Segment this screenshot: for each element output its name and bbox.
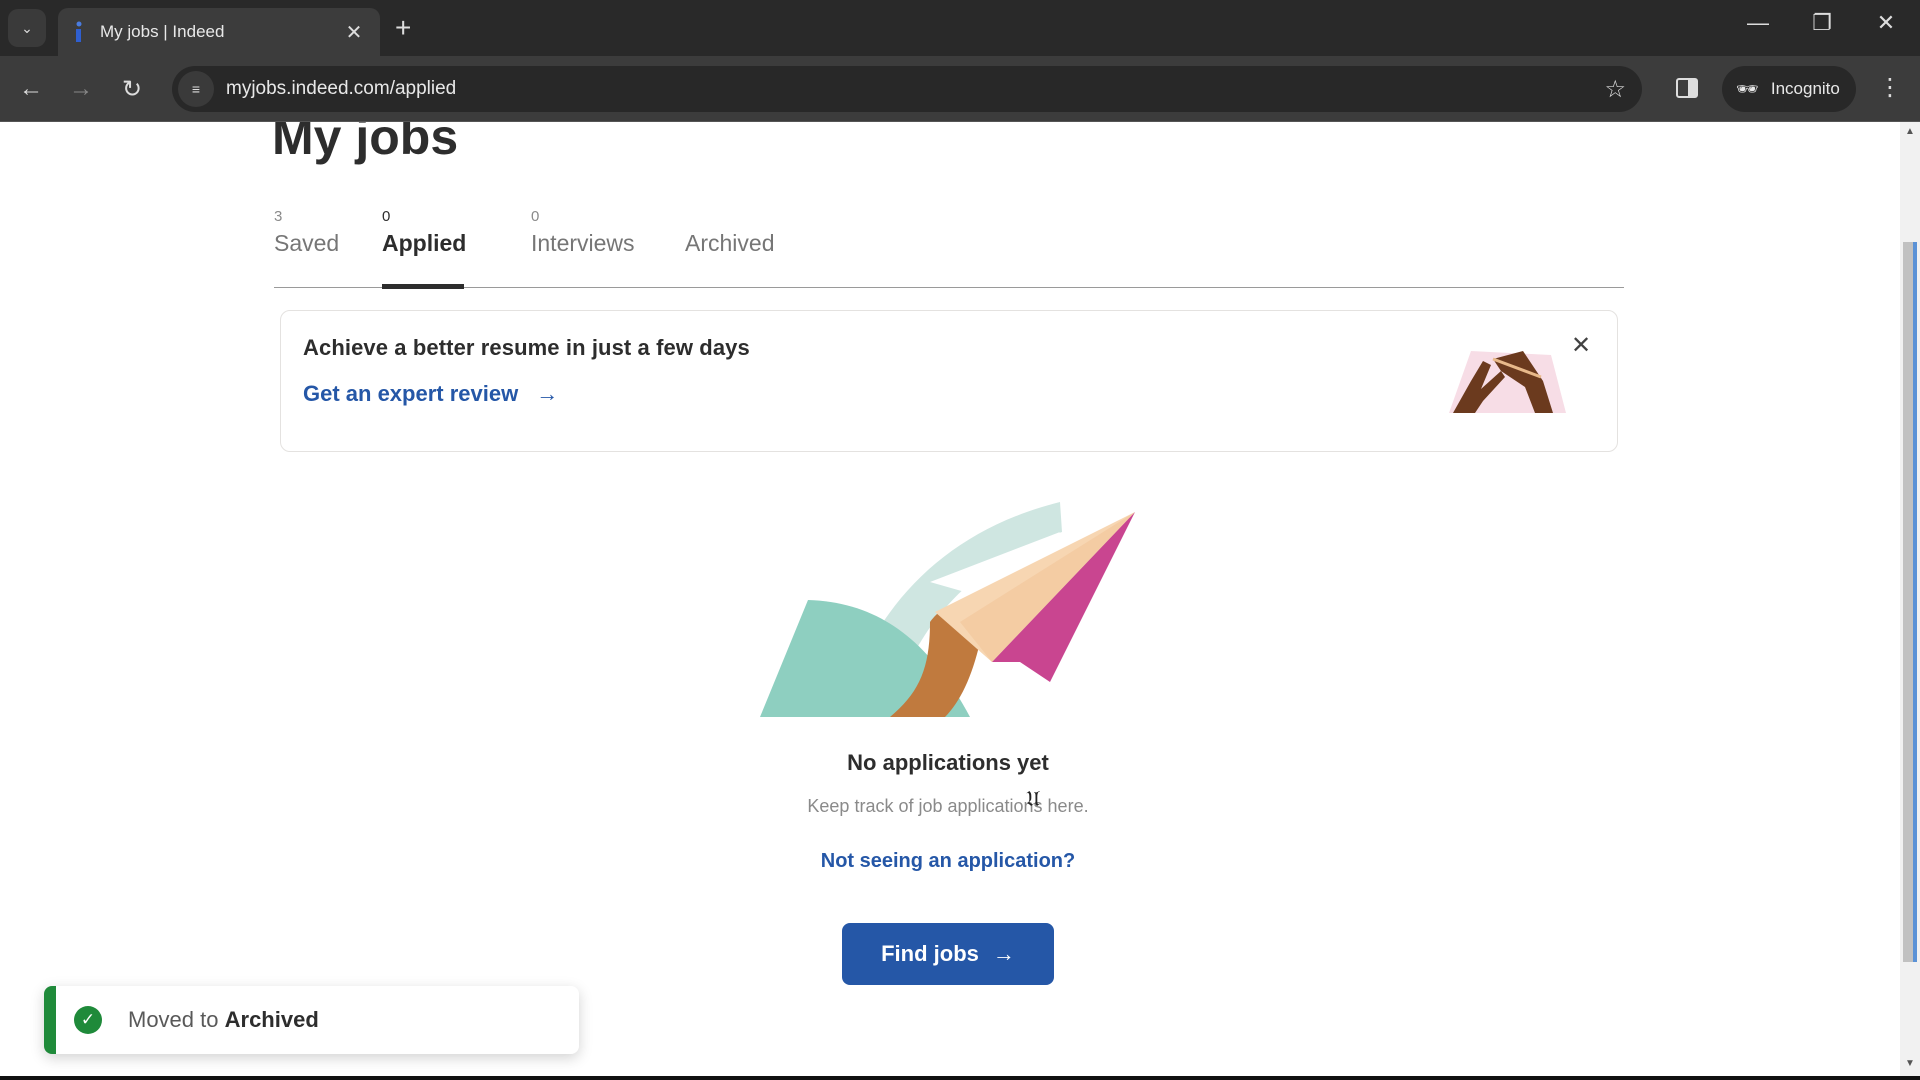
page-scrollbar[interactable]: ▲ ▼ — [1900, 122, 1920, 1080]
browser-tabstrip: ⌄ My jobs | Indeed ✕ + — ❐ ✕ — [0, 0, 1920, 56]
close-icon: ✕ — [1876, 10, 1896, 35]
address-bar[interactable]: ≡ myjobs.indeed.com/applied ☆ — [172, 66, 1642, 112]
tab-label: Applied — [382, 230, 467, 256]
browser-toolbar: ← → ↻ ≡ myjobs.indeed.com/applied ☆ 🕶 In… — [0, 56, 1920, 122]
arrow-right-icon: → — [992, 941, 1015, 966]
incognito-indicator[interactable]: 🕶 Incognito — [1722, 66, 1856, 112]
tab-label: Archived — [685, 230, 775, 256]
close-icon[interactable]: ✕ — [342, 20, 366, 45]
incognito-icon: 🕶 — [1736, 78, 1759, 99]
star-icon[interactable]: ☆ — [1604, 75, 1626, 104]
promo-title: Achieve a better resume in just a few da… — [303, 335, 750, 360]
page-title: My jobs — [272, 122, 459, 165]
empty-state-subtitle: Keep track of job applications here. — [807, 796, 1089, 816]
toast-notification: ✓ Moved to Archived — [44, 986, 579, 1054]
page-content: My jobs 3 Saved 0 Applied 0 Interviews A… — [0, 122, 1900, 1080]
tab-interviews[interactable]: 0 Interviews — [509, 188, 669, 288]
forward-button[interactable]: → — [65, 73, 97, 105]
kebab-menu-icon[interactable]: ⋮ — [1878, 74, 1902, 102]
window-bottom-edge — [0, 1076, 1920, 1080]
resume-promo-card: Achieve a better resume in just a few da… — [280, 310, 1618, 452]
window-close-button[interactable]: ✕ — [1866, 10, 1906, 36]
expert-review-link[interactable]: Get an expert review → — [303, 381, 558, 407]
minimize-icon: — — [1747, 10, 1769, 35]
text-cursor-icon: 𝔘 — [1026, 786, 1041, 811]
check-circle-icon: ✓ — [74, 1006, 102, 1034]
reload-button[interactable]: ↻ — [116, 73, 148, 105]
back-button[interactable]: ← — [15, 73, 47, 105]
tab-title: My jobs | Indeed — [100, 22, 225, 41]
url-text[interactable]: myjobs.indeed.com/applied — [226, 78, 1604, 100]
promo-link-label: Get an expert review — [303, 381, 519, 406]
find-jobs-button[interactable]: Find jobs → — [842, 923, 1054, 985]
arrow-right-icon: → — [69, 75, 93, 102]
restore-icon: ❐ — [1812, 10, 1832, 35]
new-tab-button[interactable]: + — [395, 12, 411, 44]
not-seeing-application-link[interactable]: Not seeing an application? — [0, 850, 1896, 873]
chevron-down-icon: ⌄ — [21, 19, 33, 36]
reload-icon: ↻ — [121, 75, 143, 103]
tab-archived[interactable]: Archived — [663, 188, 803, 288]
incognito-label: Incognito — [1770, 79, 1840, 98]
indeed-favicon-icon — [72, 21, 84, 43]
arrow-right-icon: → — [536, 381, 559, 406]
plus-icon: + — [395, 12, 412, 43]
restore-button[interactable]: ❐ — [1802, 10, 1842, 36]
find-jobs-label: Find jobs — [881, 941, 979, 966]
toast-target: Archived — [224, 1007, 319, 1032]
paper-plane-illustration — [760, 502, 1135, 717]
writing-hands-illustration — [1449, 351, 1566, 413]
side-panel-icon[interactable] — [1676, 78, 1698, 98]
close-icon[interactable]: ✕ — [1571, 331, 1591, 360]
tab-label: Interviews — [531, 230, 635, 256]
browser-tab-active[interactable]: My jobs | Indeed ✕ — [58, 8, 380, 56]
arrow-left-icon: ← — [19, 75, 43, 102]
scroll-down-icon[interactable]: ▼ — [1900, 1058, 1920, 1076]
tab-count: 0 — [531, 208, 540, 225]
empty-state-title: No applications yet — [847, 750, 1049, 775]
toast-message: Moved to Archived — [128, 1007, 319, 1033]
tab-search-button[interactable]: ⌄ — [8, 9, 46, 47]
toast-prefix: Moved to — [128, 1007, 219, 1032]
scroll-up-icon[interactable]: ▲ — [1900, 126, 1920, 144]
scrollbar-thumb[interactable] — [1903, 242, 1917, 962]
tab-applied[interactable]: 0 Applied — [252, 188, 512, 289]
tune-icon[interactable]: ≡ — [178, 71, 214, 107]
jobs-tabs: 3 Saved 0 Applied 0 Interviews Archived — [274, 188, 1624, 289]
minimize-button[interactable]: — — [1738, 10, 1778, 36]
tab-count: 0 — [382, 208, 391, 225]
